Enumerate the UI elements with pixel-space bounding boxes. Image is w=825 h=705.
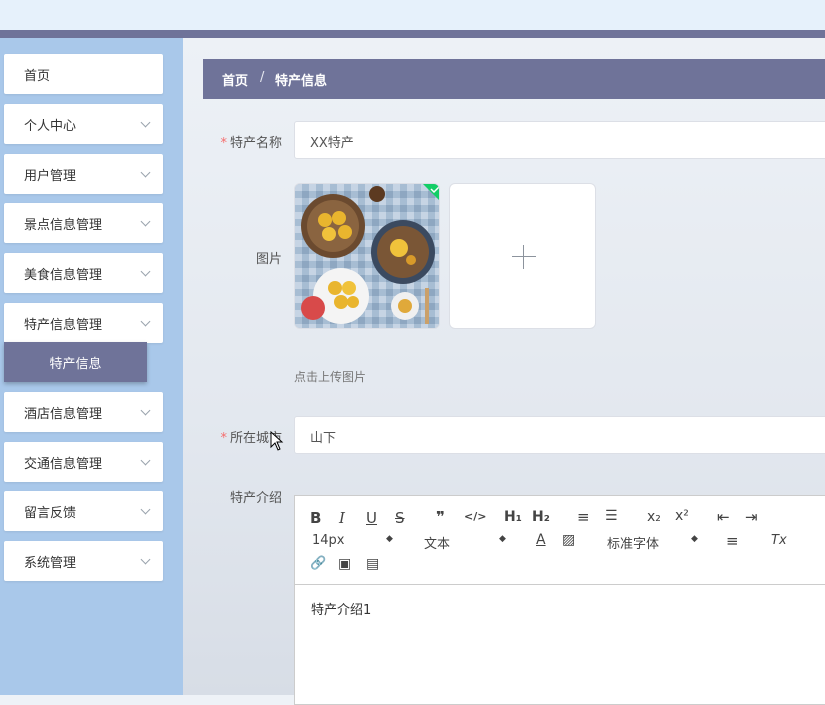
chevron-down-icon (140, 405, 151, 416)
underline-button[interactable]: U (366, 509, 377, 527)
sidebar-item-system[interactable]: 系统管理 (4, 541, 163, 581)
top-bar-divider (0, 30, 825, 38)
uploaded-image-thumbnail[interactable] (294, 183, 440, 329)
breadcrumb: 首页 / 特产信息 (203, 59, 825, 99)
font-size-value: 14px (312, 533, 345, 548)
italic-button[interactable]: I (339, 509, 345, 527)
sidebar-item-label: 用户管理 (24, 169, 77, 184)
sidebar-item-label: 系统管理 (24, 556, 77, 571)
sidebar-item-profile[interactable]: 个人中心 (4, 104, 163, 144)
image-button[interactable]: ▣ (338, 556, 351, 572)
align-button[interactable]: ≡ (726, 532, 739, 550)
font-family-value: 标准字体 (607, 537, 660, 552)
editor-content[interactable]: 特产介绍1 (311, 599, 371, 618)
h1-button[interactable]: H₁ (504, 509, 522, 525)
code-button[interactable]: </> (464, 510, 486, 523)
video-button[interactable]: ▤ (366, 556, 379, 572)
sidebar-item-specialty[interactable]: 特产信息管理 (4, 303, 163, 343)
sidebar-subitem-specialty-info[interactable]: 特产信息 (4, 342, 147, 382)
select-arrows-icon: ◆ (386, 534, 393, 544)
sidebar-item-label: 首页 (24, 69, 51, 84)
sidebar-subitem-label: 特产信息 (49, 357, 102, 372)
subscript-button[interactable]: x₂ (647, 509, 661, 525)
sidebar-item-traffic[interactable]: 交通信息管理 (4, 442, 163, 482)
sidebar-item-hotel[interactable]: 酒店信息管理 (4, 392, 163, 432)
chevron-down-icon (140, 504, 151, 515)
breadcrumb-separator: / (260, 70, 265, 85)
background-color-button[interactable]: ▨ (562, 532, 575, 548)
plus-icon (512, 256, 536, 257)
bullet-list-button[interactable]: ☰ (605, 508, 618, 524)
sidebar-item-label: 留言反馈 (24, 506, 77, 521)
image-upload-button[interactable] (449, 183, 596, 329)
chevron-down-icon (140, 216, 151, 227)
chevron-down-icon (140, 316, 151, 327)
city-input-value: 山下 (310, 431, 337, 446)
food-photo (295, 184, 439, 328)
sidebar-item-label: 酒店信息管理 (24, 407, 103, 422)
image-field-label: 图片 (255, 252, 282, 267)
paragraph-select[interactable]: 文本 ◆ (424, 533, 506, 552)
sidebar-item-label: 美食信息管理 (24, 268, 103, 283)
editor-toolbar: B I U S ❞ </> H₁ H₂ ≡ ☰ x₂ x² ⇤ ⇥ 14px ◆… (295, 496, 825, 585)
link-button[interactable]: 🔗 (310, 556, 326, 571)
font-size-select[interactable]: 14px ◆ (312, 533, 393, 548)
h2-button[interactable]: H₂ (532, 509, 550, 525)
breadcrumb-current: 特产信息 (275, 74, 328, 89)
sidebar-item-label: 景点信息管理 (24, 218, 103, 233)
name-input-value: XX特产 (310, 136, 354, 151)
chevron-down-icon (140, 167, 151, 178)
intro-field-label: 特产介绍 (229, 491, 282, 506)
name-field-label: * 特产名称 (172, 132, 282, 151)
font-family-select[interactable]: 标准字体 ◆ (607, 533, 702, 552)
sidebar-item-label: 交通信息管理 (24, 457, 103, 472)
name-input[interactable]: XX特产 (294, 121, 825, 159)
required-mark: * (220, 136, 227, 151)
required-mark: * (220, 431, 227, 446)
bold-button[interactable]: B (310, 509, 321, 527)
sidebar-item-label: 个人中心 (24, 119, 77, 134)
chevron-down-icon (140, 266, 151, 277)
strike-button[interactable]: S (395, 509, 405, 527)
paragraph-value: 文本 (424, 537, 451, 552)
select-arrows-icon: ◆ (691, 534, 698, 544)
ordered-list-button[interactable]: ≡ (577, 508, 590, 526)
font-color-button[interactable]: A (536, 532, 546, 548)
clean-format-button[interactable]: Tx (771, 533, 787, 548)
top-bar (0, 0, 825, 30)
mouse-cursor-icon (270, 431, 284, 451)
name-label-text: 特产名称 (229, 136, 282, 151)
sidebar-item-home[interactable]: 首页 (4, 54, 163, 94)
sidebar-item-label: 特产信息管理 (24, 318, 103, 333)
city-input[interactable]: 山下 (294, 416, 825, 454)
sidebar-item-food[interactable]: 美食信息管理 (4, 253, 163, 293)
plus-icon-vertical (523, 245, 524, 269)
sidebar-item-scenic[interactable]: 景点信息管理 (4, 203, 163, 243)
chevron-down-icon (140, 554, 151, 565)
superscript-button[interactable]: x² (675, 508, 689, 524)
chevron-down-icon (140, 455, 151, 466)
watermark: CSDN @QQ402205496 (636, 668, 814, 686)
breadcrumb-home-link[interactable]: 首页 (222, 70, 248, 89)
city-field-label: * 所在城市 (172, 427, 282, 446)
select-arrows-icon: ◆ (499, 534, 506, 544)
outdent-button[interactable]: ⇤ (717, 508, 730, 526)
indent-button[interactable]: ⇥ (745, 508, 758, 526)
sidebar-item-users[interactable]: 用户管理 (4, 154, 163, 194)
quote-button[interactable]: ❞ (436, 508, 445, 526)
upload-hint: 点击上传图片 (294, 370, 367, 384)
sidebar-item-feedback[interactable]: 留言反馈 (4, 491, 163, 531)
chevron-down-icon (140, 117, 151, 128)
